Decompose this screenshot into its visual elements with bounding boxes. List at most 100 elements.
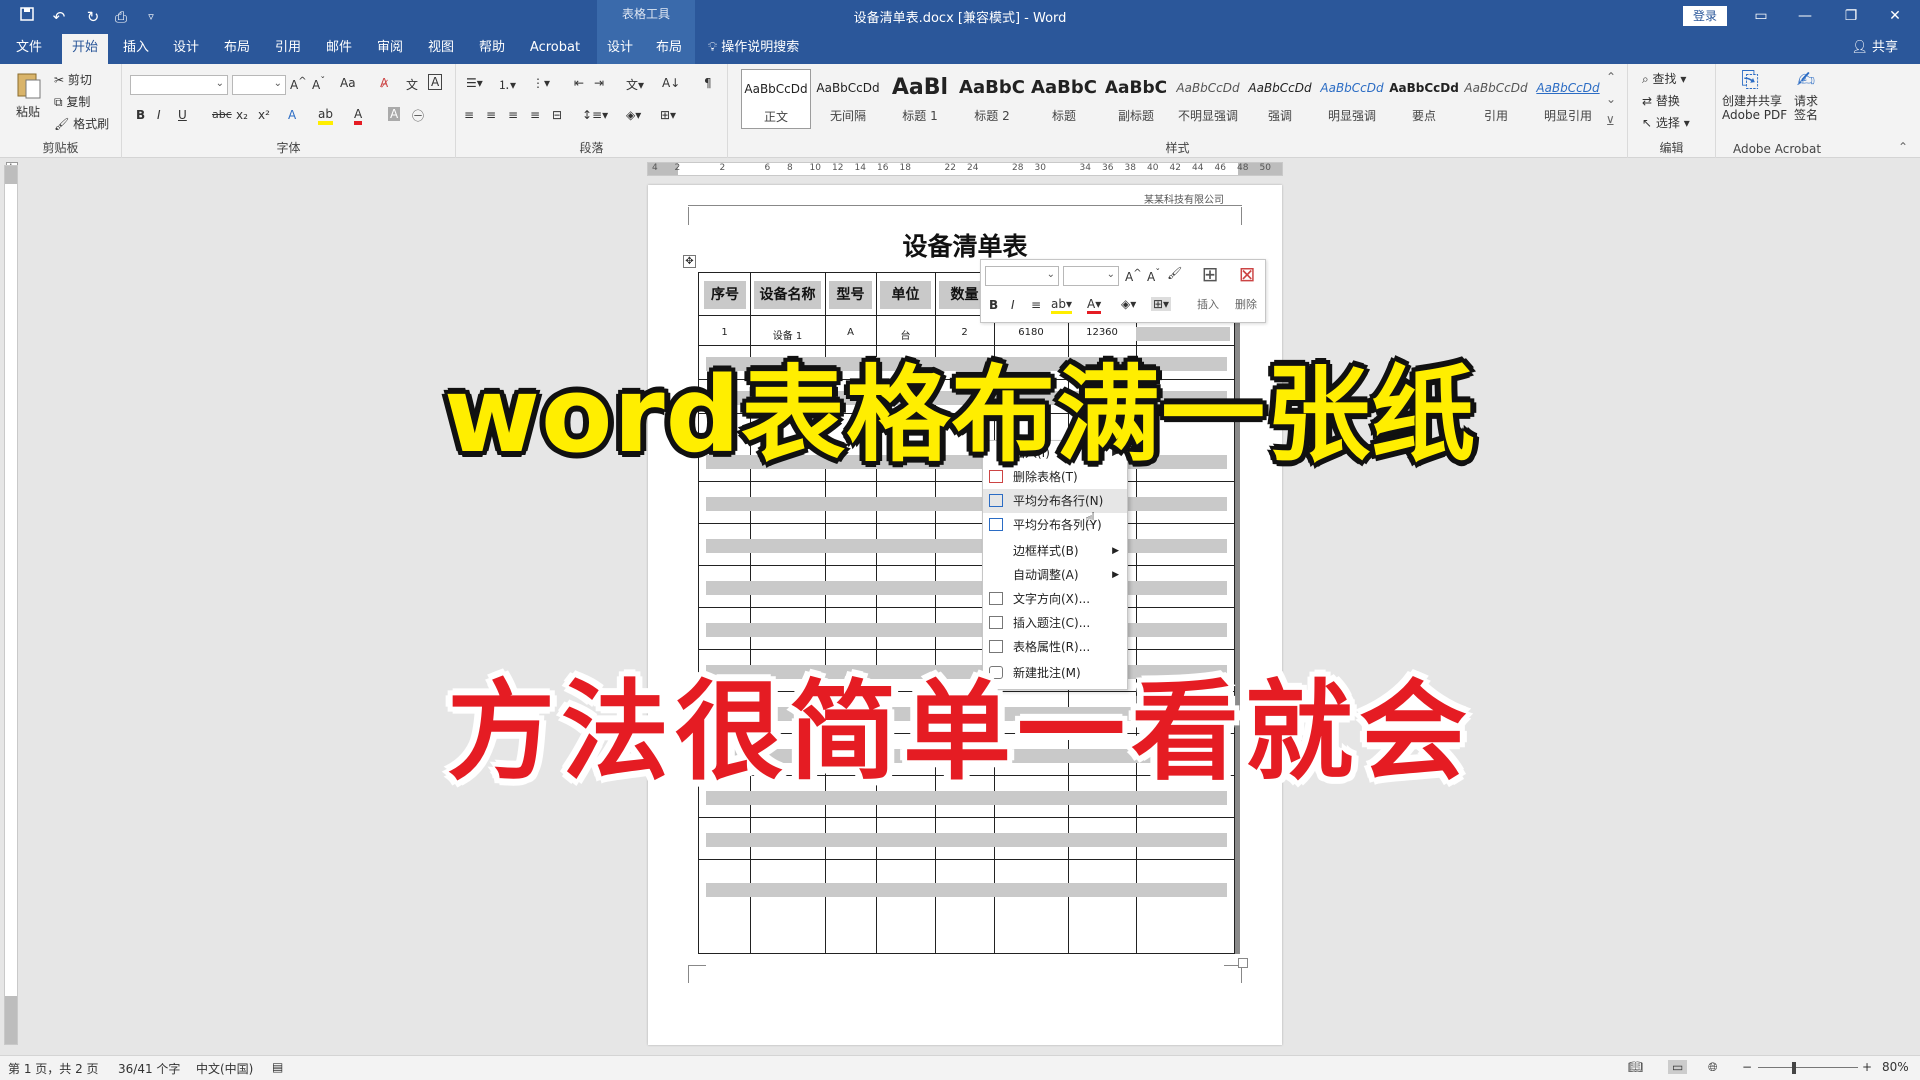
decrease-indent-icon[interactable]: ⇤ <box>574 76 584 90</box>
mini-size-combo[interactable]: ⌄ <box>1063 266 1119 286</box>
tab-home[interactable]: 开始 <box>62 34 108 64</box>
tab-table-design[interactable]: 设计 <box>598 34 642 64</box>
header-cell[interactable]: 单位 <box>880 281 931 309</box>
minimize-icon[interactable]: — <box>1790 4 1820 28</box>
language[interactable]: 中文(中国) <box>196 1060 253 1077</box>
style-subtle-emphasis[interactable]: AaBbCcDd 不明显强调 <box>1173 69 1243 129</box>
char-shading-icon[interactable]: A <box>388 107 401 121</box>
char-border-icon[interactable]: A <box>428 74 443 90</box>
clear-format-icon[interactable]: A̷ <box>380 76 388 90</box>
zoom-in-icon[interactable]: + <box>1862 1060 1872 1074</box>
replace-button[interactable]: ⇄ 替换 <box>1642 92 1680 109</box>
mini-font-color-icon[interactable]: A▾ <box>1087 297 1102 314</box>
style-subtitle[interactable]: AaBbC 副标题 <box>1101 69 1171 129</box>
copy-button[interactable]: ⧉ 复制 <box>54 93 90 110</box>
tab-design[interactable]: 设计 <box>164 34 208 64</box>
bullets-icon[interactable]: ☰▾ <box>466 76 483 90</box>
italic-button[interactable]: I <box>157 108 161 122</box>
enclose-char-icon[interactable]: ㊀ <box>412 107 424 124</box>
horizontal-ruler[interactable]: 4 2 2 6 8 10 12 14 16 18 22 24 28 30 34 36 38 40 42 44 46 48 5… <box>647 162 1283 176</box>
style-title[interactable]: AaBbC 标题 <box>1029 69 1099 129</box>
mini-font-combo[interactable]: ⌄ <box>985 266 1059 286</box>
format-painter-button[interactable]: 🖌︎ 格式刷 <box>54 115 109 132</box>
change-case-button[interactable]: Aa <box>340 76 356 90</box>
superscript-button[interactable]: x² <box>258 108 270 122</box>
share-button[interactable]: 👤︎ 共享 <box>1851 34 1898 64</box>
print-layout-icon[interactable]: ▭ <box>1668 1060 1688 1074</box>
restore-icon[interactable]: ❐ <box>1836 4 1866 28</box>
vertical-ruler[interactable] <box>4 165 18 1045</box>
bold-button[interactable]: B <box>136 108 145 122</box>
tab-acrobat[interactable]: Acrobat <box>524 34 586 64</box>
distributed-icon[interactable]: ⊟ <box>552 108 562 122</box>
font-name-combo[interactable]: ⌄ <box>130 75 228 95</box>
sort-icon[interactable]: A↓ <box>662 76 680 90</box>
shrink-font-button[interactable]: Aˇ <box>312 76 325 92</box>
tab-mailings[interactable]: 邮件 <box>317 34 361 64</box>
grow-font-button[interactable]: A^ <box>290 76 307 92</box>
gallery-scroll-up-icon[interactable]: ⌃ <box>1606 70 1616 84</box>
select-button[interactable]: ↖ 选择 ▾ <box>1642 114 1690 131</box>
shading-icon[interactable]: ◈▾ <box>626 108 641 122</box>
word-count[interactable]: 36/41 个字 <box>118 1060 180 1077</box>
style-heading-2[interactable]: AaBbC 标题 2 <box>957 69 1027 129</box>
mini-insert-button[interactable]: ⊞ <box>1193 262 1227 286</box>
strikethrough-button[interactable]: abc <box>212 108 232 121</box>
table-move-handle-icon[interactable]: ✥ <box>683 255 696 268</box>
shrink-font-icon[interactable]: Aˇ <box>1147 268 1160 284</box>
show-marks-icon[interactable]: ¶ <box>704 76 712 90</box>
mini-highlight-icon[interactable]: ab▾ <box>1051 297 1072 314</box>
style-quote[interactable]: AaBbCcDd 引用 <box>1461 69 1531 129</box>
tab-insert[interactable]: 插入 <box>114 34 158 64</box>
zoom-out-icon[interactable]: − <box>1742 1060 1752 1074</box>
justify-icon[interactable]: ≡ <box>530 108 540 122</box>
macro-record-icon[interactable]: ▤ <box>272 1060 283 1074</box>
tab-table-layout[interactable]: 布局 <box>647 34 691 64</box>
zoom-slider-thumb[interactable] <box>1792 1062 1796 1074</box>
style-emphasis[interactable]: AaBbCcDd 强调 <box>1245 69 1315 129</box>
format-painter-icon[interactable]: 🖌︎ <box>1167 266 1182 280</box>
login-button[interactable]: 登录 <box>1683 6 1727 26</box>
zoom-slider[interactable] <box>1758 1067 1858 1068</box>
increase-indent-icon[interactable]: ⇥ <box>594 76 604 90</box>
mini-align-icon[interactable]: ≡ <box>1031 298 1041 312</box>
header-cell[interactable]: 序号 <box>704 281 746 309</box>
font-size-combo[interactable]: ⌄ <box>232 75 286 95</box>
style-heading-1[interactable]: AaBl 标题 1 <box>885 69 955 129</box>
page-count[interactable]: 第 1 页，共 2 页 <box>8 1060 99 1077</box>
text-effects-icon[interactable]: A <box>288 108 296 122</box>
collapse-ribbon-icon[interactable]: ⌃ <box>1898 140 1908 154</box>
chinese-layout-icon[interactable]: 文▾ <box>626 76 644 93</box>
borders-icon[interactable]: ⊞▾ <box>660 108 676 122</box>
phonetic-guide-icon[interactable]: 文 <box>406 76 418 93</box>
align-right-icon[interactable]: ≡ <box>508 108 518 122</box>
gallery-more-icon[interactable]: ⊻ <box>1606 114 1615 128</box>
read-mode-icon[interactable]: 📖︎ <box>1628 1060 1643 1074</box>
request-signature-button[interactable]: ✍︎ 请求 签名 <box>1786 68 1826 122</box>
menu-item-text-direction[interactable]: 文字方向(X)... <box>983 587 1127 611</box>
menu-item-insert-caption[interactable]: 插入题注(C)... <box>983 611 1127 635</box>
line-spacing-icon[interactable]: ↕≡▾ <box>582 108 608 122</box>
menu-item-distribute-columns[interactable]: 平均分布各列(Y) <box>983 513 1127 537</box>
font-color-icon[interactable]: A <box>354 107 363 125</box>
web-layout-icon[interactable]: 🌐︎ <box>1708 1060 1718 1075</box>
mini-italic-icon[interactable]: I <box>1011 298 1015 312</box>
subscript-button[interactable]: x₂ <box>236 108 248 122</box>
tab-references[interactable]: 引用 <box>266 34 310 64</box>
ribbon-display-icon[interactable]: ▭ <box>1746 4 1776 28</box>
tab-help[interactable]: 帮助 <box>470 34 514 64</box>
menu-item-distribute-rows[interactable]: 平均分布各行(N) <box>983 489 1127 513</box>
menu-item-autofit[interactable]: 自动调整(A) ▶ <box>983 563 1127 587</box>
align-center-icon[interactable]: ≡ <box>486 108 496 122</box>
style-normal[interactable]: AaBbCcDd 正文 <box>741 69 811 129</box>
mini-bold-icon[interactable]: B <box>989 298 998 312</box>
tell-me-search[interactable]: 💡︎ 操作说明搜索 <box>708 34 799 64</box>
zoom-level[interactable]: 80% <box>1882 1060 1909 1074</box>
underline-button[interactable]: U <box>178 108 187 122</box>
find-button[interactable]: ⌕ 查找 ▾ <box>1642 70 1686 87</box>
multilevel-list-icon[interactable]: ⋮▾ <box>532 76 550 90</box>
mini-shading-icon[interactable]: ◈▾ <box>1121 297 1136 311</box>
menu-item-border-styles[interactable]: 边框样式(B) ▶ <box>983 539 1127 563</box>
style-strong[interactable]: AaBbCcDd 要点 <box>1389 69 1459 129</box>
highlight-icon[interactable]: ab <box>318 107 333 125</box>
